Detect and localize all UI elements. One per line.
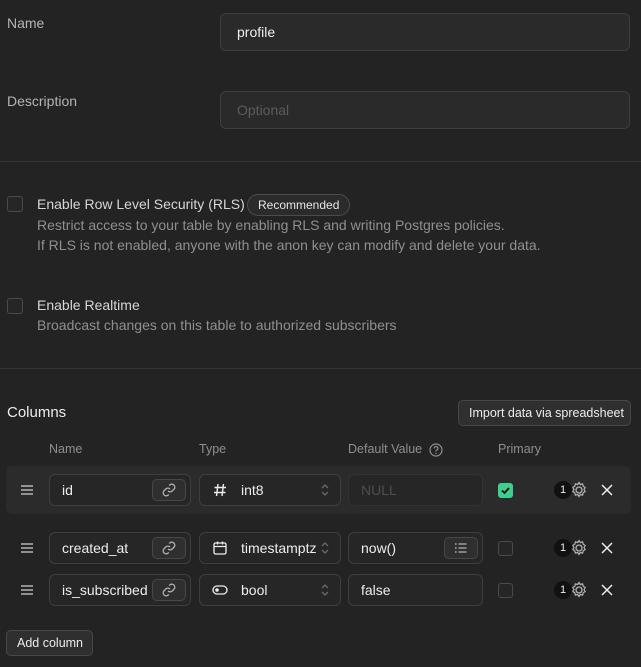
column-name-input[interactable]: is_subscribed <box>49 574 191 606</box>
help-icon[interactable] <box>429 443 443 457</box>
import-spreadsheet-button[interactable]: Import data via spreadsheet <box>458 400 631 426</box>
drag-handle-icon[interactable] <box>20 484 34 496</box>
default-value-suggestions-button[interactable] <box>444 537 478 559</box>
column-type-value: int8 <box>241 482 264 498</box>
column-name-value: created_at <box>62 540 129 556</box>
chevron-up-down-icon <box>321 484 329 496</box>
check-icon <box>501 487 510 495</box>
divider <box>0 161 641 162</box>
column-header-default: Default Value <box>348 442 423 456</box>
remove-column-icon[interactable] <box>600 583 614 597</box>
toggle-icon <box>212 585 228 595</box>
default-value-placeholder: NULL <box>361 482 397 498</box>
gear-icon <box>571 481 587 498</box>
default-value-input[interactable]: NULL <box>348 474 483 506</box>
primary-checkbox[interactable] <box>498 541 513 556</box>
drag-handle-icon[interactable] <box>20 542 34 554</box>
description-input[interactable] <box>220 91 630 129</box>
link-icon <box>162 583 176 597</box>
gear-icon <box>571 581 587 598</box>
gear-icon <box>571 539 587 556</box>
column-type-value: bool <box>241 582 268 598</box>
calendar-icon <box>213 541 227 555</box>
column-header-primary: Primary <box>498 442 542 456</box>
default-value-input[interactable]: now() <box>348 532 483 564</box>
column-header-type: Type <box>199 442 227 456</box>
recommended-badge: Recommended <box>247 194 351 216</box>
realtime-title: Enable Realtime <box>37 297 140 313</box>
remove-column-icon[interactable] <box>600 541 614 555</box>
realtime-description: Broadcast changes on this table to autho… <box>37 317 397 333</box>
remove-column-icon[interactable] <box>600 483 614 497</box>
foreign-key-button[interactable] <box>152 479 186 501</box>
rls-checkbox[interactable] <box>7 196 23 212</box>
primary-checkbox[interactable] <box>498 483 513 498</box>
realtime-checkbox[interactable] <box>7 298 23 314</box>
rls-description-line2: If RLS is not enabled, anyone with the a… <box>37 237 541 253</box>
rls-description-line1: Restrict access to your table by enablin… <box>37 217 505 233</box>
default-value-input[interactable]: false <box>348 574 483 606</box>
hash-icon <box>214 483 226 497</box>
column-settings-button[interactable]: 1 <box>554 579 594 601</box>
rls-title: Enable Row Level Security (RLS) <box>37 196 245 212</box>
list-icon <box>454 543 467 553</box>
column-type-select[interactable]: timestamptz <box>199 532 341 564</box>
primary-checkbox[interactable] <box>498 583 513 598</box>
name-label: Name <box>7 15 45 31</box>
column-name-value: is_subscribed <box>62 582 148 598</box>
column-header-name: Name <box>49 442 83 456</box>
column-type-select[interactable]: bool <box>199 574 341 606</box>
foreign-key-button[interactable] <box>152 537 186 559</box>
table-name-input[interactable] <box>220 13 630 51</box>
description-label: Description <box>7 93 78 109</box>
foreign-key-button[interactable] <box>152 579 186 601</box>
default-value: now() <box>361 540 397 556</box>
column-type-value: timestamptz <box>241 540 317 556</box>
column-name-input[interactable]: created_at <box>49 532 191 564</box>
add-column-button[interactable]: Add column <box>6 630 93 656</box>
column-name-input[interactable]: id <box>49 474 191 506</box>
link-icon <box>162 541 176 555</box>
column-type-select[interactable]: int8 <box>199 474 341 506</box>
columns-title: Columns <box>7 404 67 421</box>
link-icon <box>162 483 176 497</box>
drag-handle-icon[interactable] <box>20 584 34 596</box>
default-value: false <box>361 582 391 598</box>
column-name-value: id <box>62 482 73 498</box>
chevron-up-down-icon <box>321 584 329 596</box>
column-settings-button[interactable]: 1 <box>554 537 594 559</box>
column-settings-button[interactable]: 1 <box>554 479 594 501</box>
chevron-up-down-icon <box>321 542 329 554</box>
divider <box>0 368 641 369</box>
